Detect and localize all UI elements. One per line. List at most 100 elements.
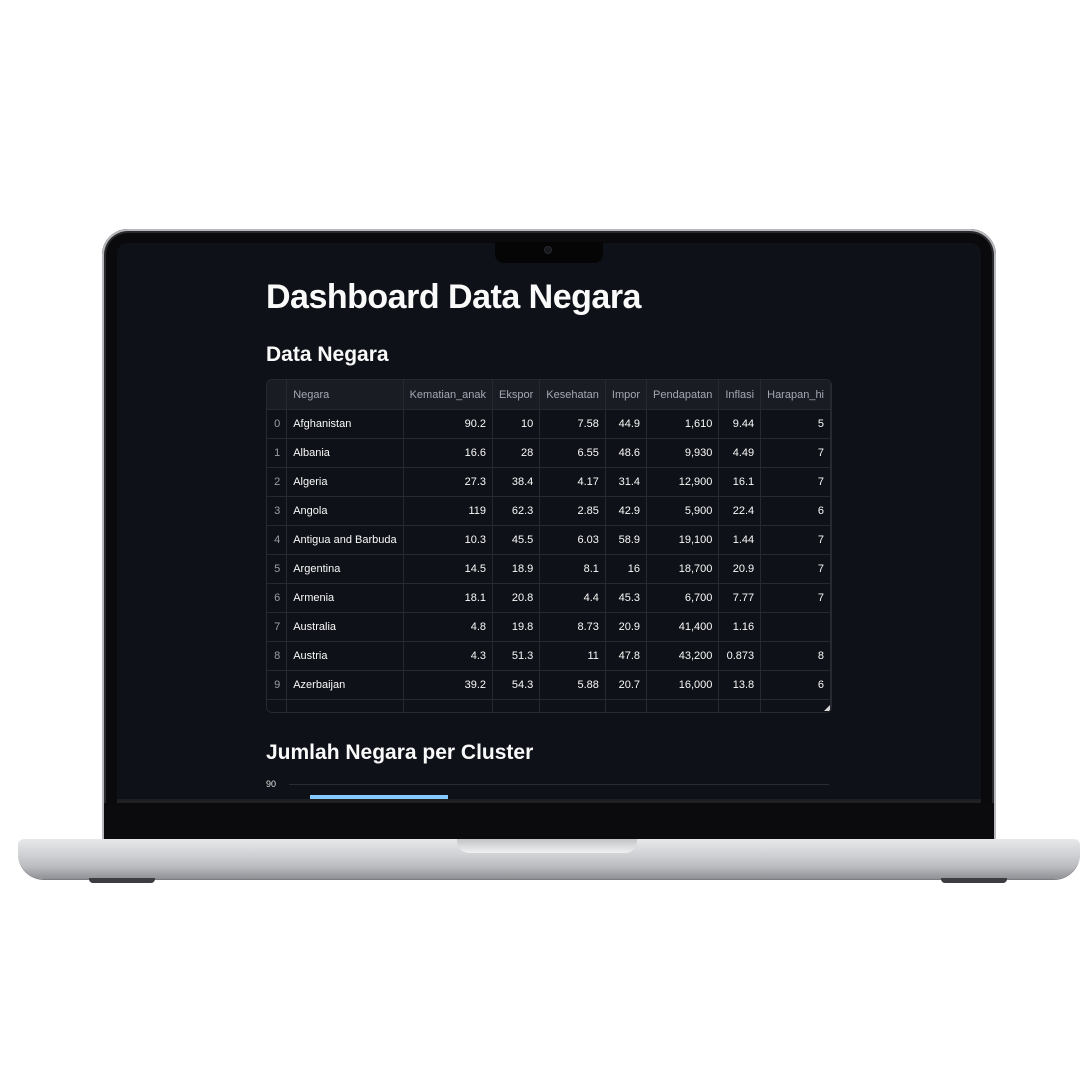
table-cell[interactable]: 58.9 (605, 525, 648, 555)
table-row[interactable]: 5 Argentina 14.5 18.9 8.1 16 18,700 20.9 7 (267, 554, 831, 584)
table-cell[interactable]: 19.8 (492, 612, 541, 642)
table-cell[interactable]: 4.8 (403, 612, 494, 642)
table-cell[interactable]: Azerbaijan (286, 670, 404, 700)
table-cell[interactable] (646, 699, 720, 712)
table-cell[interactable] (492, 699, 541, 712)
table-cell[interactable]: 54.3 (492, 670, 541, 700)
column-header[interactable]: Pendapatan (646, 380, 720, 410)
column-header[interactable]: Kematian_anak (403, 380, 494, 410)
table-cell[interactable] (403, 699, 494, 712)
column-header[interactable]: Inflasi (718, 380, 762, 410)
table-row[interactable]: 1 Albania 16.6 28 6.55 48.6 9,930 4.49 7 (267, 438, 831, 468)
table-cell[interactable]: 22.4 (718, 496, 762, 526)
table-cell[interactable]: 7 (760, 438, 831, 468)
table-cell[interactable]: 4.49 (718, 438, 762, 468)
table-cell[interactable] (539, 699, 606, 712)
table-cell[interactable]: 8 (760, 641, 831, 671)
row-index[interactable]: 2 (267, 467, 288, 497)
table-cell[interactable]: 20.7 (605, 670, 648, 700)
table-row[interactable]: 9 Azerbaijan 39.2 54.3 5.88 20.7 16,000 13.8 6 (267, 670, 831, 700)
table-cell[interactable]: 16,000 (646, 670, 720, 700)
dataframe[interactable]: Negara Kematian_anak Ekspor Kesehatan Impor P… (266, 379, 832, 713)
table-cell[interactable]: Armenia (286, 583, 404, 613)
table-cell[interactable]: Australia (286, 612, 404, 642)
table-cell[interactable]: 5 (760, 409, 831, 439)
row-index[interactable]: 0 (267, 409, 288, 439)
table-cell[interactable]: 7 (760, 467, 831, 497)
resize-handle[interactable] (824, 705, 830, 711)
table-cell[interactable]: 31.4 (605, 467, 648, 497)
row-index[interactable]: 5 (267, 554, 288, 584)
column-header[interactable]: Ekspor (492, 380, 541, 410)
table-cell[interactable]: 5.88 (539, 670, 606, 700)
table-cell[interactable]: 9.44 (718, 409, 762, 439)
table-cell[interactable] (267, 699, 288, 712)
table-row[interactable]: 8 Austria 4.3 51.3 11 47.8 43,200 0.873 8 (267, 641, 831, 671)
row-index[interactable]: 3 (267, 496, 288, 526)
table-cell[interactable]: 45.3 (605, 583, 648, 613)
table-cell[interactable]: 62.3 (492, 496, 541, 526)
row-index[interactable]: 9 (267, 670, 288, 700)
column-header[interactable]: Negara (286, 380, 404, 410)
table-cell[interactable]: 14.5 (403, 554, 494, 584)
table-cell[interactable]: Albania (286, 438, 404, 468)
table-cell[interactable]: 4.3 (403, 641, 494, 671)
table-cell[interactable]: 7 (760, 554, 831, 584)
table-cell[interactable]: 42.9 (605, 496, 648, 526)
table-cell[interactable]: 1.16 (718, 612, 762, 642)
table-row[interactable]: 0 Afghanistan 90.2 10 7.58 44.9 1,610 9.44 5 (267, 409, 831, 439)
table-cell[interactable]: 119 (403, 496, 494, 526)
table-cell[interactable]: 7.77 (718, 583, 762, 613)
table-cell[interactable] (605, 699, 648, 712)
table-cell[interactable]: 13.8 (718, 670, 762, 700)
table-cell[interactable]: 1.44 (718, 525, 762, 555)
table-cell[interactable]: 6 (760, 670, 831, 700)
table-cell[interactable]: Angola (286, 496, 404, 526)
table-cell[interactable]: 18.9 (492, 554, 541, 584)
table-row[interactable]: 2 Algeria 27.3 38.4 4.17 31.4 12,900 16.1 7 (267, 467, 831, 497)
table-cell[interactable]: 10.3 (403, 525, 494, 555)
table-cell[interactable]: Austria (286, 641, 404, 671)
table-cell[interactable]: 41,400 (646, 612, 720, 642)
table-cell[interactable]: 1,610 (646, 409, 720, 439)
data-table[interactable]: Negara Kematian_anak Ekspor Kesehatan Impor P… (267, 380, 831, 712)
table-cell[interactable]: 11 (539, 641, 606, 671)
row-index[interactable]: 7 (267, 612, 288, 642)
table-cell[interactable]: 8.1 (539, 554, 606, 584)
table-cell[interactable]: 90.2 (403, 409, 494, 439)
table-cell[interactable]: Afghanistan (286, 409, 404, 439)
table-cell[interactable]: 0.873 (718, 641, 762, 671)
table-cell[interactable]: 47.8 (605, 641, 648, 671)
table-cell[interactable]: 10 (492, 409, 541, 439)
column-header[interactable]: Impor (605, 380, 648, 410)
table-cell[interactable]: 18,700 (646, 554, 720, 584)
row-index[interactable]: 8 (267, 641, 288, 671)
column-header[interactable]: Kesehatan (539, 380, 606, 410)
table-cell[interactable]: 38.4 (492, 467, 541, 497)
table-cell[interactable]: 39.2 (403, 670, 494, 700)
table-cell[interactable]: 12,900 (646, 467, 720, 497)
table-cell[interactable]: 16 (605, 554, 648, 584)
table-cell[interactable]: 19,100 (646, 525, 720, 555)
table-row[interactable]: 7 Australia 4.8 19.8 8.73 20.9 41,400 1.16 (267, 612, 831, 642)
table-row[interactable]: 3 Angola 119 62.3 2.85 42.9 5,900 22.4 6 (267, 496, 831, 526)
table-cell[interactable]: 51.3 (492, 641, 541, 671)
table-cell[interactable]: 6,700 (646, 583, 720, 613)
table-cell[interactable]: 4.17 (539, 467, 606, 497)
table-row[interactable] (267, 699, 831, 712)
table-cell[interactable] (760, 612, 831, 642)
table-cell[interactable]: 6.55 (539, 438, 606, 468)
table-cell[interactable]: 8.73 (539, 612, 606, 642)
table-cell[interactable]: 45.5 (492, 525, 541, 555)
table-cell[interactable]: 43,200 (646, 641, 720, 671)
table-cell[interactable]: 7 (760, 583, 831, 613)
table-cell[interactable]: 9,930 (646, 438, 720, 468)
table-cell[interactable]: 6 (760, 496, 831, 526)
table-cell[interactable]: 18.1 (403, 583, 494, 613)
table-cell[interactable] (760, 699, 831, 712)
table-cell[interactable]: 7.58 (539, 409, 606, 439)
row-index[interactable]: 4 (267, 525, 288, 555)
table-row[interactable]: 4 Antigua and Barbuda 10.3 45.5 6.03 58.9 19,1… (267, 525, 831, 555)
table-cell[interactable]: 5,900 (646, 496, 720, 526)
table-cell[interactable]: 6.03 (539, 525, 606, 555)
